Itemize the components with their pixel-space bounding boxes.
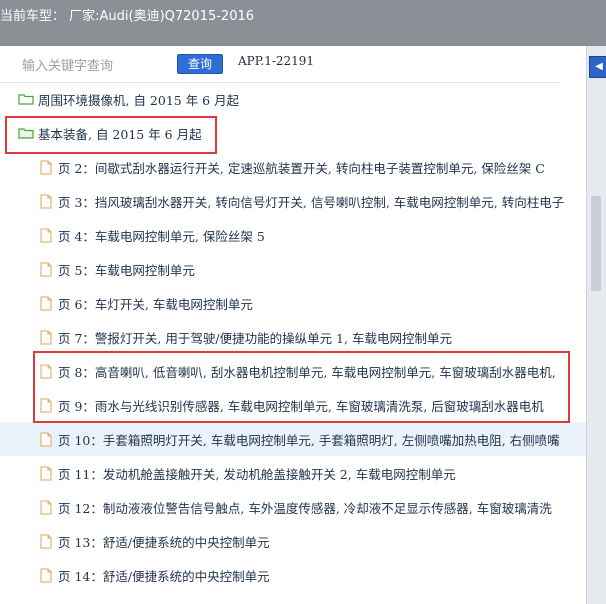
tree-page-label: 页 13：舒适/便捷系统的中央控制单元 xyxy=(58,534,270,550)
tree-page-item-selected[interactable]: 页 10：手套箱照明灯开关, 车载电网控制单元, 手套箱照明灯, 左侧喷嘴加热电… xyxy=(0,422,586,456)
tree-page-item[interactable]: 页 9：雨水与光线识别传感器, 车载电网控制单元, 车窗玻璃清洗泵, 后窗玻璃刮… xyxy=(0,388,586,422)
page-icon xyxy=(40,228,52,243)
folder-icon xyxy=(18,93,34,105)
search-row: 查询 APP.1-22191 xyxy=(0,46,560,83)
window-title: 当前车型： 厂家:Audi(奥迪)Q72015-2016 xyxy=(0,9,255,24)
tree-page-label: 页 11：发动机舱盖接触开关, 发动机舱盖接触开关 2, 车载电网控制单元 xyxy=(58,466,456,482)
page-icon xyxy=(40,466,52,481)
app-code: APP.1-22191 xyxy=(238,54,315,68)
main-content: 查询 APP.1-22191 周围环境摄像机, 自 2015 年 6 月起 基本… xyxy=(0,46,586,604)
page-icon xyxy=(40,500,52,515)
tree-page-item[interactable]: 页 2：间歇式刮水器运行开关, 定速巡航装置开关, 转向柱电子装置控制单元, 保… xyxy=(0,150,586,184)
page-icon xyxy=(40,296,52,311)
tree-page-label: 页 4：车载电网控制单元, 保险丝架 5 xyxy=(58,228,265,244)
tree-page-label: 页 9：雨水与光线识别传感器, 车载电网控制单元, 车窗玻璃清洗泵, 后窗玻璃刮… xyxy=(58,398,544,414)
tree-page-label: 页 10：手套箱照明灯开关, 车载电网控制单元, 手套箱照明灯, 左侧喷嘴加热电… xyxy=(58,432,560,448)
tree-page-item[interactable]: 页 6：车灯开关, 车载电网控制单元 xyxy=(0,286,586,320)
page-icon xyxy=(40,568,52,583)
tree-page-item[interactable]: 页 12：制动液液位警告信号触点, 车外温度传感器, 冷却液不足显示传感器, 车… xyxy=(0,490,586,524)
tree-folder-item[interactable]: 基本装备, 自 2015 年 6 月起 xyxy=(0,116,586,150)
page-icon xyxy=(40,262,52,277)
tree-page-item[interactable]: 页 4：车载电网控制单元, 保险丝架 5 xyxy=(0,218,586,252)
tree-folder-item[interactable]: 周围环境摄像机, 自 2015 年 6 月起 xyxy=(0,82,586,116)
page-icon xyxy=(40,432,52,447)
scroll-thumb[interactable] xyxy=(591,196,601,291)
page-icon xyxy=(40,160,52,175)
tree-page-label: 页 6：车灯开关, 车载电网控制单元 xyxy=(58,296,253,312)
tree-folder-label: 周围环境摄像机, 自 2015 年 6 月起 xyxy=(38,92,240,108)
folder-open-icon xyxy=(18,127,34,139)
page-icon xyxy=(40,364,52,379)
tree-page-item[interactable]: 页 14：舒适/便捷系统的中央控制单元 xyxy=(0,558,586,592)
tree-page-label: 页 7：警报灯开关, 用于驾驶/便捷功能的操纵单元 1, 车载电网控制单元 xyxy=(58,330,452,346)
tree-page-label: 页 3：挡风玻璃刮水器开关, 转向信号灯开关, 信号喇叭控制, 车载电网控制单元… xyxy=(58,194,565,210)
tree-page-item[interactable]: 页 8：高音喇叭, 低音喇叭, 刮水器电机控制单元, 车载电网控制单元, 车窗玻… xyxy=(0,354,586,388)
query-button[interactable]: 查询 xyxy=(177,54,223,74)
page-icon xyxy=(40,194,52,209)
search-input[interactable] xyxy=(20,56,174,76)
tree-page-label: 页 14：舒适/便捷系统的中央控制单元 xyxy=(58,568,270,584)
tree-page-item[interactable]: 页 7：警报灯开关, 用于驾驶/便捷功能的操纵单元 1, 车载电网控制单元 xyxy=(0,320,586,354)
scrollbar[interactable]: ◀ xyxy=(586,46,606,604)
side-nav-icon[interactable]: ◀ xyxy=(589,56,606,78)
tree-page-label: 页 2：间歇式刮水器运行开关, 定速巡航装置开关, 转向柱电子装置控制单元, 保… xyxy=(58,160,545,176)
tree-page-label: 页 8：高音喇叭, 低音喇叭, 刮水器电机控制单元, 车载电网控制单元, 车窗玻… xyxy=(58,364,556,380)
page-icon xyxy=(40,534,52,549)
page-icon xyxy=(40,398,52,413)
tree-page-item[interactable]: 页 3：挡风玻璃刮水器开关, 转向信号灯开关, 信号喇叭控制, 车载电网控制单元… xyxy=(0,184,586,218)
tree-page-label: 页 12：制动液液位警告信号触点, 车外温度传感器, 冷却液不足显示传感器, 车… xyxy=(58,500,552,516)
tree-folder-label: 基本装备, 自 2015 年 6 月起 xyxy=(38,126,202,142)
page-icon xyxy=(40,330,52,345)
tree-page-item[interactable]: 页 5：车载电网控制单元 xyxy=(0,252,586,286)
tree-page-item[interactable]: 页 13：舒适/便捷系统的中央控制单元 xyxy=(0,524,586,558)
tree-page-item[interactable]: 页 11：发动机舱盖接触开关, 发动机舱盖接触开关 2, 车载电网控制单元 xyxy=(0,456,586,490)
tree-page-label: 页 5：车载电网控制单元 xyxy=(58,262,195,278)
title-bar: 当前车型： 厂家:Audi(奥迪)Q72015-2016 xyxy=(0,0,606,46)
